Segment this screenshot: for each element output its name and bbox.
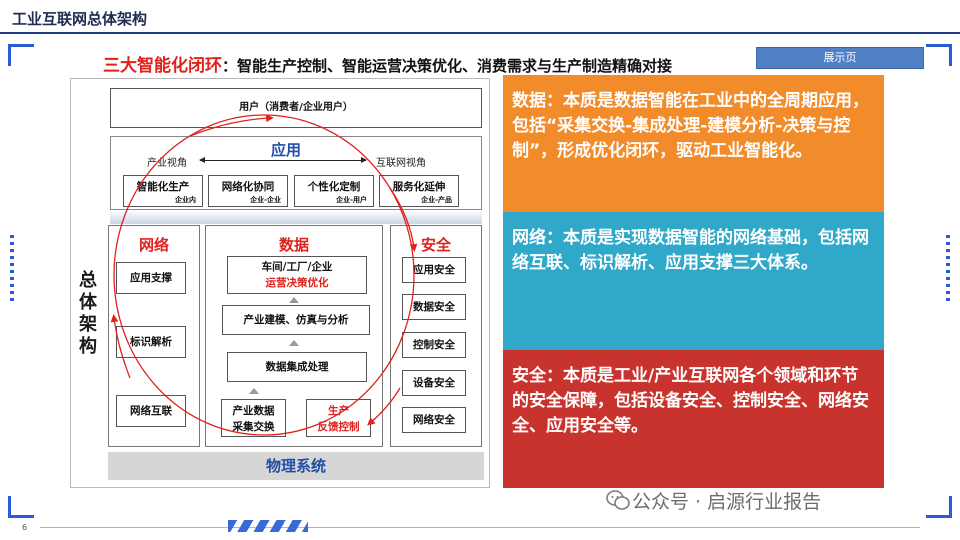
header-divider — [0, 32, 960, 34]
application-title: 应用 — [271, 141, 302, 159]
data-item-integration: 数据集成处理 — [227, 352, 367, 382]
up-arrow-icon — [289, 340, 299, 346]
slide-subtitle: 三大智能化闭环：智能生产控制、智能运营决策优化、消费需求与生产制造精确对接 — [103, 51, 672, 76]
double-arrow-icon — [199, 157, 367, 163]
data-item-line-highlight: 运营决策优化 — [265, 277, 329, 289]
watermark-text: 公众号 · 启源行业报告 — [632, 491, 822, 513]
security-item-app: 应用安全 — [402, 257, 466, 283]
app-item-sub: 企业-企业 — [250, 196, 281, 204]
corner-bracket-top-right — [926, 44, 952, 66]
footer-divider — [40, 527, 920, 528]
up-arrow-icon — [249, 388, 259, 394]
data-title: 数据 — [278, 236, 309, 254]
network-item-interconnect: 网络互联 — [116, 395, 186, 427]
app-item-network-collab: 网络化协同 企业-企业 — [208, 175, 288, 207]
data-item-line: 生产 — [328, 405, 349, 417]
data-item-feedback-control: 生产 反馈控制 — [306, 399, 371, 437]
up-arrow-icon — [289, 297, 299, 303]
app-item-label: 网络化协同 — [221, 181, 275, 193]
security-item-device: 设备安全 — [402, 370, 466, 396]
app-item-custom: 个性化定制 企业-用户 — [294, 175, 374, 207]
network-item-app-support: 应用支撑 — [116, 262, 186, 294]
layer-gradient-band — [110, 210, 482, 224]
app-item-sub: 企业-产品 — [421, 196, 452, 204]
data-item-line: 车间/工厂/企业 — [261, 261, 333, 273]
data-item-line: 产业数据 — [232, 405, 275, 417]
page-title: 工业互联网总体架构 — [12, 10, 148, 28]
data-item-modeling: 产业建模、仿真与分析 — [222, 305, 370, 335]
security-title: 安全 — [420, 236, 451, 254]
app-item-label: 服务化延伸 — [392, 181, 446, 193]
footer-chevron-decoration — [228, 520, 308, 532]
network-item-identification: 标识解析 — [116, 326, 186, 358]
data-item-line: 采集交换 — [232, 421, 275, 433]
left-dash-decoration — [10, 235, 14, 305]
network-title: 网络 — [138, 236, 169, 254]
security-item-data: 数据安全 — [402, 294, 466, 320]
industry-view-label: 产业视角 — [147, 158, 187, 169]
corner-bracket-bottom-right — [926, 496, 952, 518]
right-dash-decoration — [946, 235, 950, 305]
user-box: 用户（消费者/企业用户） — [110, 88, 482, 128]
info-panel-network: 网络：本质是实现数据智能的网络基础，包括网络互联、标识解析、应用支撑三大体系。 — [503, 212, 884, 350]
page-number: 6 — [22, 523, 28, 532]
security-item-control: 控制安全 — [402, 332, 466, 358]
physical-system-bar: 物理系统 — [108, 452, 484, 480]
app-item-label: 个性化定制 — [307, 181, 361, 193]
security-item-network: 网络安全 — [402, 407, 466, 433]
app-item-sub: 企业内 — [175, 196, 196, 204]
info-panel-data: 数据：本质是数据智能在工业中的全周期应用，包括“采集交换-集成处理-建模分析-决… — [503, 75, 884, 212]
wechat-icon — [606, 490, 630, 510]
data-item-collection-exchange: 产业数据 采集交换 — [221, 399, 286, 437]
app-item-label: 智能化生产 — [136, 181, 190, 193]
info-panel-security: 安全：本质是工业/产业互联网各个领域和环节的安全保障，包括设备安全、控制安全、网… — [503, 350, 884, 488]
app-item-service-ext: 服务化延伸 企业-产品 — [379, 175, 459, 207]
subtitle-highlight: 三大智能化闭环 — [103, 56, 222, 76]
architecture-side-label: 总体架构 — [79, 270, 97, 357]
data-item-line: 反馈控制 — [317, 421, 360, 433]
corner-bracket-bottom-left — [8, 496, 34, 518]
corner-bracket-top-left — [8, 44, 34, 66]
internet-view-label: 互联网视角 — [376, 158, 426, 169]
app-item-smart-production: 智能化生产 企业内 — [123, 175, 203, 207]
app-item-sub: 企业-用户 — [336, 196, 367, 204]
data-item-operation-decision: 车间/工厂/企业 运营决策优化 — [227, 256, 367, 294]
show-page-button[interactable]: 展示页 — [756, 47, 924, 69]
subtitle-rest: ：智能生产控制、智能运营决策优化、消费需求与生产制造精确对接 — [222, 57, 673, 75]
